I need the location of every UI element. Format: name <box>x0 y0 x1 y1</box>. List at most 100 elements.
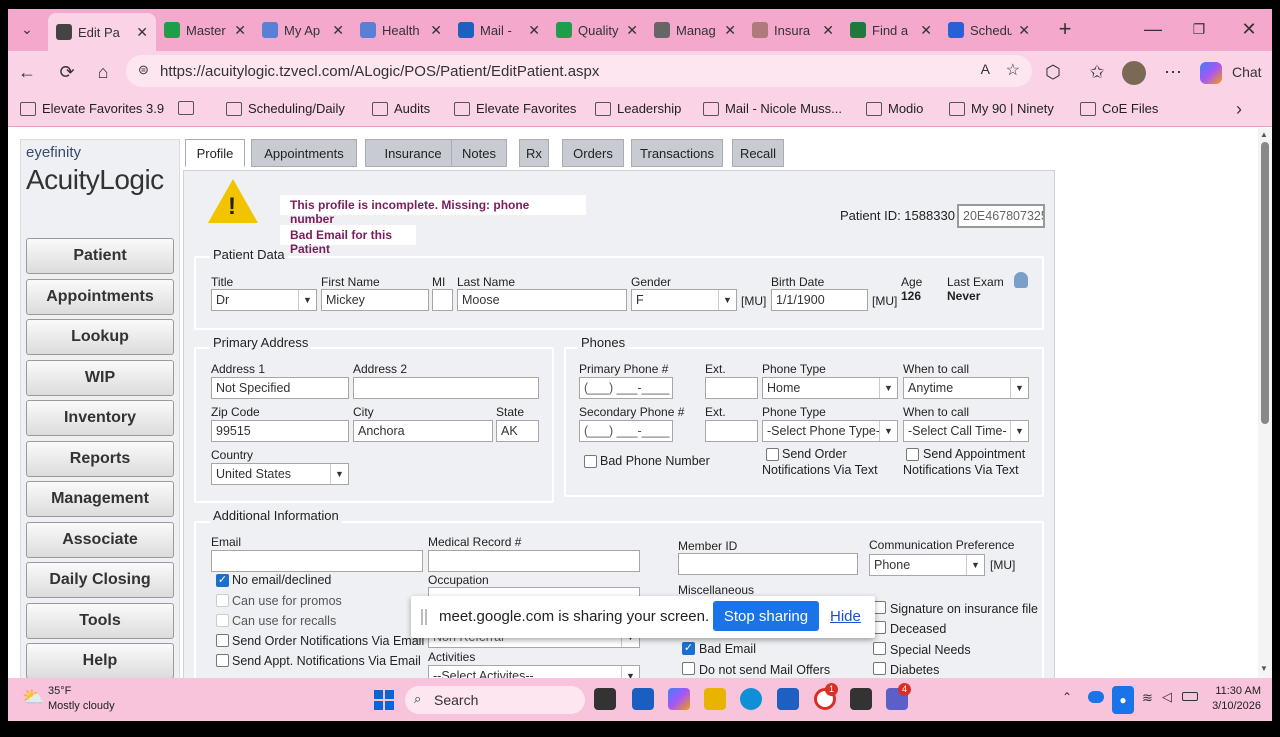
tab-close-icon[interactable]: ✕ <box>1018 22 1030 39</box>
edge-icon[interactable] <box>740 688 762 710</box>
bad-email-checkbox[interactable]: ✓ <box>682 642 695 655</box>
stop-sharing-button[interactable]: Stop sharing <box>713 601 819 631</box>
nav-button-patient[interactable]: Patient <box>26 238 174 274</box>
nav-button-reports[interactable]: Reports <box>26 440 174 477</box>
microphone-icon[interactable]: ● <box>1112 686 1134 714</box>
more-menu-icon[interactable]: ⋯ <box>1160 60 1186 84</box>
tab-close-icon[interactable]: ✕ <box>528 22 540 39</box>
tab-close-icon[interactable]: ✕ <box>136 24 148 41</box>
clock-time[interactable]: 11:30 AM <box>1213 685 1261 697</box>
favorite-item[interactable]: Scheduling/Daily <box>226 101 345 116</box>
weather-cloud-sun-icon[interactable]: ⛅ <box>22 687 44 708</box>
scroll-down-icon[interactable]: ▼ <box>1260 664 1268 673</box>
favorite-item[interactable]: Elevate Favorites <box>454 101 576 116</box>
last-name-field[interactable]: Moose <box>457 289 627 311</box>
country-select[interactable]: United States ▼ <box>211 463 349 485</box>
tab-profile[interactable]: Profile <box>185 139 245 167</box>
restore-icon[interactable]: ❐ <box>1186 17 1212 41</box>
favorite-item[interactable]: My 90 | Ninety <box>949 101 1054 116</box>
address2-field[interactable] <box>353 377 539 399</box>
no-email-checkbox[interactable]: ✓ <box>216 574 229 587</box>
city-field[interactable]: Anchora <box>353 420 493 442</box>
tab-list-chevron-icon[interactable]: ⌄ <box>14 17 40 41</box>
medical-record-field[interactable] <box>428 550 640 572</box>
site-info-icon[interactable]: ⊜ <box>138 62 149 78</box>
favorite-item[interactable] <box>178 101 200 115</box>
when-call2-select[interactable]: -Select Call Time- ▼ <box>903 420 1029 442</box>
appt-email-checkbox[interactable] <box>216 654 229 667</box>
bad-phone-checkbox[interactable] <box>584 455 597 468</box>
nav-button-lookup[interactable]: Lookup <box>26 319 174 355</box>
title-select[interactable]: Dr ▼ <box>211 289 317 311</box>
taskbar-search[interactable]: ⌕ Search <box>405 686 585 714</box>
favorite-item[interactable]: Leadership <box>595 101 681 116</box>
phone-type2-select[interactable]: -Select Phone Type- ▼ <box>762 420 898 442</box>
favorite-item[interactable]: Elevate Favorites 3.9 <box>20 101 164 116</box>
close-window-icon[interactable]: ✕ <box>1236 17 1262 41</box>
home-icon[interactable]: ⌂ <box>90 60 116 84</box>
favorite-item[interactable]: Modio <box>866 101 923 116</box>
nav-button-appointments[interactable]: Appointments <box>26 278 174 315</box>
favorite-item[interactable]: Mail - Nicole Muss... <box>703 101 842 116</box>
tab-recall[interactable]: Recall <box>732 139 784 167</box>
browser-tab[interactable]: Master ✕ <box>156 15 254 45</box>
tab-close-icon[interactable]: ✕ <box>920 22 932 39</box>
birth-date-field[interactable]: 1/1/1900 <box>771 289 868 311</box>
nav-button-help[interactable]: Help <box>26 643 174 678</box>
favorites-overflow-chevron-icon[interactable]: › <box>1226 97 1252 121</box>
favorite-item[interactable]: CoE Files <box>1080 101 1158 116</box>
copilot-taskbar-icon[interactable] <box>668 688 690 710</box>
battery-icon[interactable] <box>1182 692 1198 701</box>
browser-tab[interactable]: Insura ✕ <box>744 15 842 45</box>
weather-desc[interactable]: Mostly cloudy <box>48 700 115 712</box>
tab-close-icon[interactable]: ✕ <box>626 22 638 39</box>
tab-close-icon[interactable]: ✕ <box>332 22 344 39</box>
state-field[interactable]: AK <box>496 420 539 442</box>
new-tab-plus-icon[interactable]: + <box>1052 16 1078 41</box>
url-field[interactable]: ⊜ https://acuitylogic.tzvecl.com/ALogic/… <box>126 55 1032 87</box>
wifi-icon[interactable]: ≋ <box>1142 690 1153 706</box>
primary-phone-field[interactable]: (___) ___-____ <box>579 377 673 399</box>
hide-link[interactable]: Hide <box>830 608 861 625</box>
profile-avatar[interactable] <box>1122 61 1146 85</box>
promos-checkbox[interactable] <box>216 594 229 607</box>
tab-appointments[interactable]: Appointments <box>251 139 357 167</box>
phone-type1-select[interactable]: Home ▼ <box>762 377 898 399</box>
page-scrollbar[interactable]: ▲ ▼ <box>1258 128 1272 678</box>
nav-button-inventory[interactable]: Inventory <box>26 400 174 436</box>
nav-button-tools[interactable]: Tools <box>26 602 174 639</box>
tab-orders[interactable]: Orders <box>562 139 624 167</box>
favorite-star-icon[interactable]: ☆ <box>1006 60 1020 80</box>
browser-tab[interactable]: Health ✕ <box>352 15 450 45</box>
clock-date[interactable]: 3/10/2026 <box>1203 700 1261 712</box>
minimize-icon[interactable]: — <box>1140 17 1166 41</box>
tab-close-icon[interactable]: ✕ <box>822 22 834 39</box>
back-arrow-icon[interactable]: ← <box>14 60 40 84</box>
recalls-checkbox[interactable] <box>216 614 229 627</box>
sticky-notes-icon[interactable] <box>850 688 872 710</box>
person-icon[interactable] <box>1014 272 1028 288</box>
comm-pref-select[interactable]: Phone ▼ <box>869 554 985 576</box>
browser-tab[interactable]: Mail - ✕ <box>450 15 548 45</box>
when-call1-select[interactable]: Anytime ▼ <box>903 377 1029 399</box>
tab-transactions[interactable]: Transactions <box>631 139 723 167</box>
windows-start-icon[interactable] <box>374 690 394 710</box>
ext1-field[interactable] <box>705 377 758 399</box>
show-hidden-icons-chevron-icon[interactable]: ⌃ <box>1062 690 1072 704</box>
address1-field[interactable]: Not Specified <box>211 377 349 399</box>
first-name-field[interactable]: Mickey <box>321 289 429 311</box>
tab-insurance[interactable]: Insurance <box>365 139 461 167</box>
tab-close-icon[interactable]: ✕ <box>234 22 246 39</box>
email-field[interactable] <box>211 550 423 572</box>
onedrive-cloud-icon[interactable] <box>1088 691 1104 703</box>
browser-tab[interactable]: My Ap ✕ <box>254 15 352 45</box>
tab-close-icon[interactable]: ✕ <box>430 22 442 39</box>
browser-tab[interactable]: Edit Pa ✕ <box>48 13 156 51</box>
tab-notes[interactable]: Notes <box>451 139 507 167</box>
file-explorer-icon[interactable] <box>704 688 726 710</box>
nav-button-wip[interactable]: WIP <box>26 359 174 396</box>
browser-tab[interactable]: Schedu ✕ <box>940 15 1038 45</box>
secondary-phone-field[interactable]: (___) ___-____ <box>579 420 673 442</box>
weather-temp[interactable]: 35°F <box>48 685 71 697</box>
read-aloud-icon[interactable]: A <box>981 61 990 77</box>
